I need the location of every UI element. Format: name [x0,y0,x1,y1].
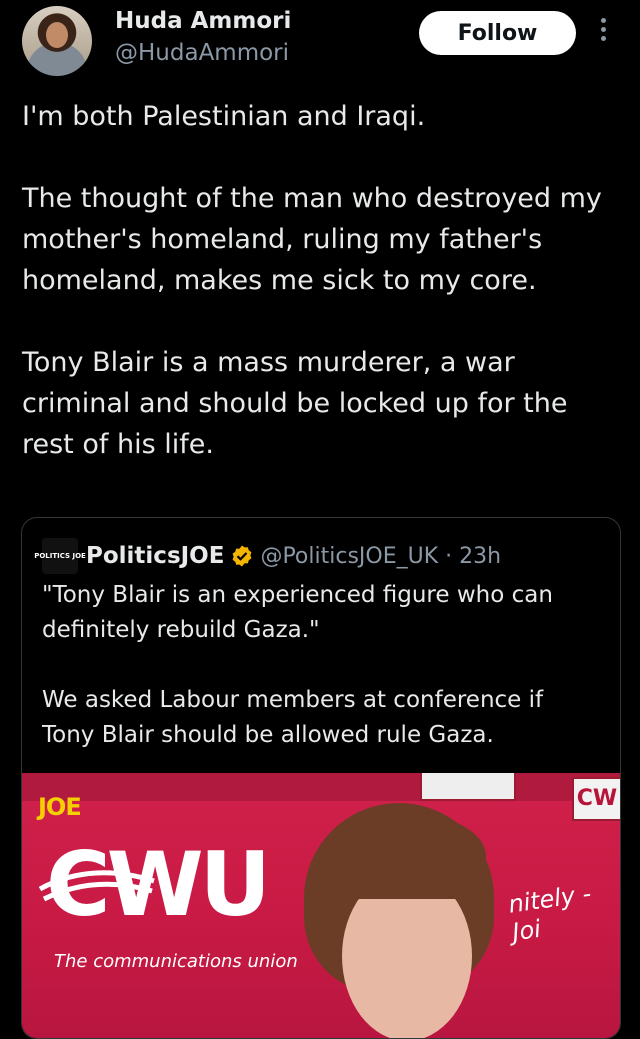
quoted-tweet-text: "Tony Blair is an experienced figure who… [42,578,602,753]
quoted-author-avatar[interactable]: POLITICS JOE [34,538,86,574]
quoted-tweet-header: POLITICS JOE PoliticsJOE @PoliticsJOE_UK… [34,538,501,574]
quoted-video-thumbnail[interactable]: CW JOE CWU The communications union nite… [22,773,620,1038]
follow-button[interactable]: Follow [419,11,576,55]
quoted-paragraph: We asked Labour members at conference if… [42,687,544,748]
quoted-tweet-card[interactable]: POLITICS JOE PoliticsJOE @PoliticsJOE_UK… [21,517,621,1039]
background-sign [420,773,516,801]
tweet-header: Huda Ammori @HudaAmmori Follow [0,0,640,90]
quoted-author-handle-time[interactable]: @PoliticsJOE_UK · 23h [260,544,501,569]
author-display-name[interactable]: Huda Ammori [115,8,291,34]
tweet-paragraph: Tony Blair is a mass murderer, a war cri… [22,347,568,460]
verified-badge-icon [233,545,252,567]
quoted-paragraph: "Tony Blair is an experienced figure who… [42,582,553,643]
banner-side-text: nitely - Joi [506,879,593,947]
tweet-paragraph: I'm both Palestinian and Iraqi. [22,101,426,132]
tweet-text: I'm both Palestinian and Iraqi. The thou… [22,96,622,465]
joe-watermark: JOE [38,793,82,821]
cwu-tagline: The communications union [54,951,298,972]
quoted-author-name[interactable]: PoliticsJOE [86,543,224,569]
cwu-banner-logo: CWU [46,833,271,936]
tweet-paragraph: The thought of the man who destroyed my … [22,183,602,296]
person-in-video [304,803,504,1038]
author-avatar[interactable] [22,6,92,76]
corner-sign: CW [572,777,620,821]
more-vertical-icon[interactable] [596,18,610,48]
author-handle[interactable]: @HudaAmmori [115,40,289,66]
